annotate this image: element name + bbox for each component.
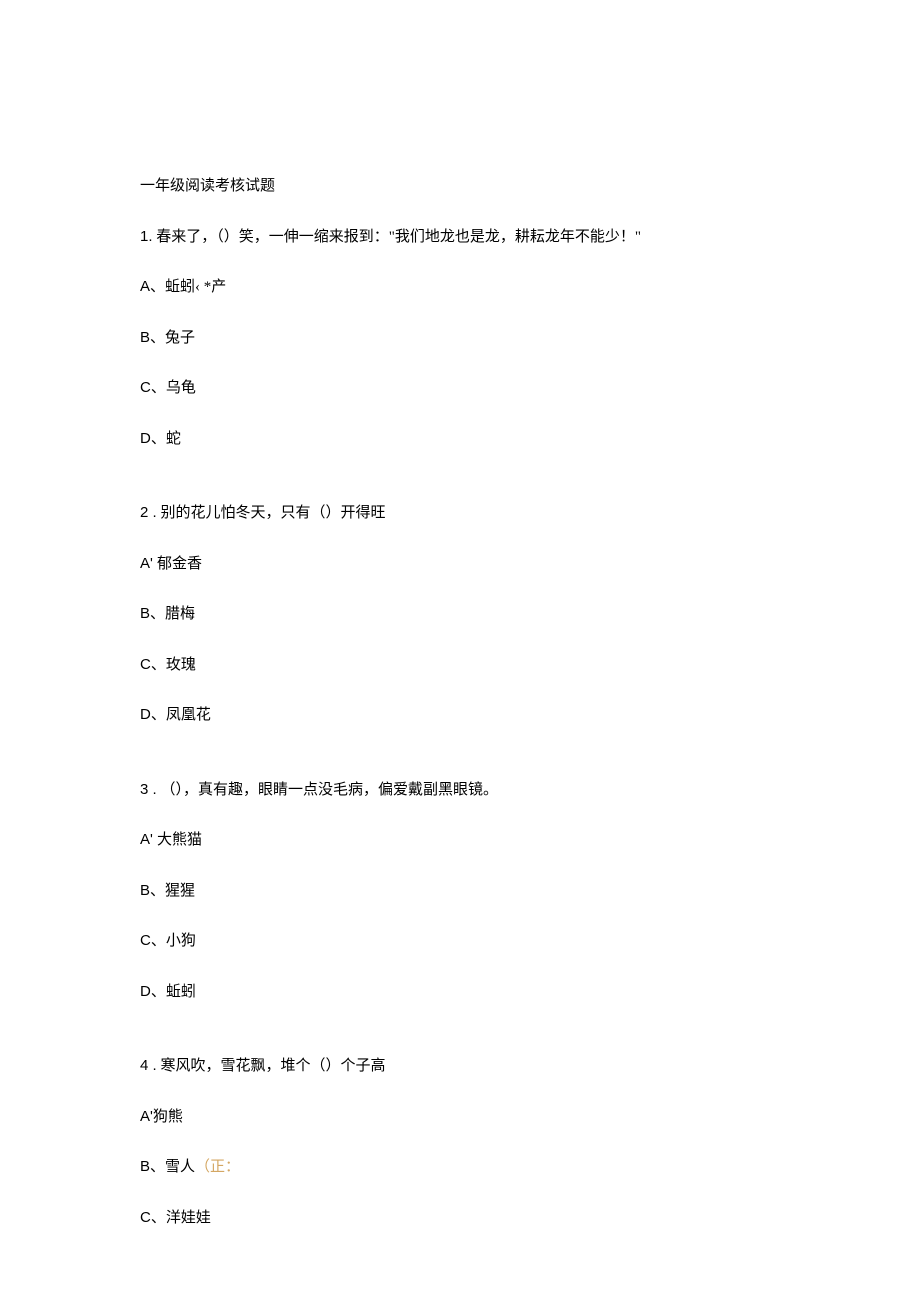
option-text: 狗熊 (153, 1109, 183, 1125)
question-number: 3 . (140, 781, 157, 798)
option-label: B、 (140, 605, 165, 622)
option-text: 猩猩 (165, 883, 195, 899)
option-c: C、乌龟 (140, 377, 780, 400)
option-c: C、小狗 (140, 930, 780, 953)
option-a: A、蚯蚓‹ *产 (140, 276, 780, 299)
question-number: 1. (140, 228, 153, 245)
question-stem: 别的花儿怕冬天，只有（）开得旺 (160, 505, 385, 521)
option-text: 雪人 (165, 1159, 195, 1175)
option-label: C、 (140, 656, 166, 673)
option-text: 大熊猫 (157, 832, 202, 848)
option-text: 蛇 (166, 431, 181, 447)
option-label: B、 (140, 1158, 165, 1175)
option-text: 蚯蚓‹ *产 (165, 279, 226, 295)
option-b: B、猩猩 (140, 880, 780, 903)
question-3: 3 . （），真有趣，眼睛一点没毛病，偏爱戴副黑眼镜。 A' 大熊猫 B、猩猩 … (140, 779, 780, 1004)
question-text: 1. 春来了，（）笑，一伸一缩来报到："我们地龙也是龙，耕耘龙年不能少！" (140, 226, 780, 249)
option-b: B、兔子 (140, 327, 780, 350)
question-4: 4 . 寒风吹，雪花飘，堆个（）个子高 A'狗熊 B、雪人（正： C、洋娃娃 (140, 1055, 780, 1229)
question-stem: 寒风吹，雪花飘，堆个（）个子高 (160, 1058, 385, 1074)
option-label: D、 (140, 430, 166, 447)
option-b: B、腊梅 (140, 603, 780, 626)
question-stem: 春来了，（）笑，一伸一缩来报到："我们地龙也是龙，耕耘龙年不能少！" (156, 229, 641, 245)
option-a: A' 郁金香 (140, 553, 780, 576)
option-label: C、 (140, 379, 166, 396)
option-d: D、蚯蚓 (140, 981, 780, 1004)
option-text: 腊梅 (165, 606, 195, 622)
option-label: A' (140, 831, 157, 848)
question-text: 2 . 别的花儿怕冬天，只有（）开得旺 (140, 502, 780, 525)
option-text: 洋娃娃 (166, 1210, 211, 1226)
option-c: C、玫瑰 (140, 654, 780, 677)
question-1: 1. 春来了，（）笑，一伸一缩来报到："我们地龙也是龙，耕耘龙年不能少！" A、… (140, 226, 780, 451)
option-label: B、 (140, 882, 165, 899)
option-d: D、凤凰花 (140, 704, 780, 727)
option-label: C、 (140, 932, 166, 949)
option-d: D、蛇 (140, 428, 780, 451)
option-text: 乌龟 (166, 380, 196, 396)
option-b: B、雪人（正： (140, 1156, 780, 1179)
option-text: 小狗 (166, 933, 196, 949)
option-label: B、 (140, 329, 165, 346)
document-title: 一年级阅读考核试题 (140, 175, 780, 198)
question-text: 3 . （），真有趣，眼睛一点没毛病，偏爱戴副黑眼镜。 (140, 779, 780, 802)
answer-mark: （正： (195, 1159, 240, 1175)
option-c: C、洋娃娃 (140, 1207, 780, 1230)
option-text: 蚯蚓 (166, 984, 196, 1000)
question-text: 4 . 寒风吹，雪花飘，堆个（）个子高 (140, 1055, 780, 1078)
option-label: D、 (140, 706, 166, 723)
question-number: 2 . (140, 504, 157, 521)
question-stem: （），真有趣，眼睛一点没毛病，偏爱戴副黑眼镜。 (160, 782, 498, 798)
option-text: 兔子 (165, 330, 195, 346)
option-a: A'狗熊 (140, 1106, 780, 1129)
option-label: A' (140, 1108, 153, 1125)
option-label: D、 (140, 983, 166, 1000)
option-label: A' (140, 555, 157, 572)
option-text: 玫瑰 (166, 657, 196, 673)
option-text: 郁金香 (157, 556, 202, 572)
option-a: A' 大熊猫 (140, 829, 780, 852)
question-number: 4 . (140, 1057, 157, 1074)
option-label: C、 (140, 1209, 166, 1226)
option-label: A、 (140, 278, 165, 295)
option-text: 凤凰花 (166, 707, 211, 723)
question-2: 2 . 别的花儿怕冬天，只有（）开得旺 A' 郁金香 B、腊梅 C、玫瑰 D、凤… (140, 502, 780, 727)
